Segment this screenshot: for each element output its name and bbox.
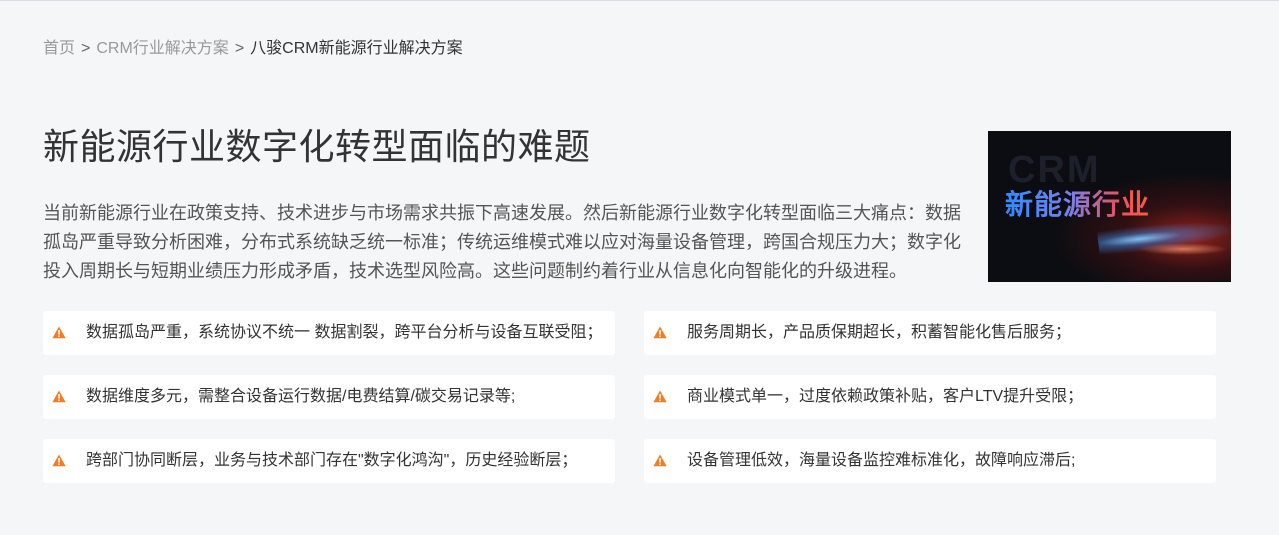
problem-text: 跨部门协同断层，业务与技术部门存在"数字化鸿沟"，历史经验断层；: [86, 452, 578, 469]
warning-icon: [653, 326, 667, 339]
warning-icon: [52, 326, 66, 339]
warning-icon: [653, 454, 667, 467]
breadcrumb-crm-solutions[interactable]: CRM行业解决方案: [96, 39, 228, 59]
page-title: 新能源行业数字化转型面临的难题: [43, 126, 591, 167]
problem-text: 数据孤岛严重，系统协议不统一 数据割裂，跨平台分析与设备互联受阻；: [86, 324, 603, 341]
warning-icon: [653, 390, 667, 403]
breadcrumb-current: 八骏CRM新能源行业解决方案: [250, 40, 463, 57]
problem-text: 数据维度多元，需整合设备运行数据/电费结算/碳交易记录等;: [86, 388, 516, 405]
problem-card: 跨部门协同断层，业务与技术部门存在"数字化鸿沟"，历史经验断层；: [43, 439, 615, 483]
page-description: 当前新能源行业在政策支持、技术进步与市场需求共振下高速发展。然后新能源行业数字化…: [43, 203, 961, 281]
hero-glow-orange: [1138, 243, 1228, 255]
problem-card: 数据维度多元，需整合设备运行数据/电费结算/碳交易记录等;: [43, 375, 615, 419]
problem-card: 商业模式单一，过度依赖政策补贴，客户LTV提升受限；: [644, 375, 1216, 419]
hero-title: 新能源行业: [1005, 183, 1150, 223]
problem-text: 服务周期长，产品质保期超长，积蓄智能化售后服务；: [687, 324, 1072, 341]
breadcrumb: 首页 > CRM行业解决方案 > 八骏CRM新能源行业解决方案: [43, 39, 463, 59]
warning-icon: [52, 390, 66, 403]
hero-image: CRM 新能源行业: [988, 131, 1231, 282]
problem-card: 服务周期长，产品质保期超长，积蓄智能化售后服务；: [644, 311, 1216, 355]
problem-text: 设备管理低效，海量设备监控难标准化，故障响应滞后;: [687, 452, 1076, 469]
breadcrumb-separator: >: [234, 40, 245, 57]
breadcrumb-home[interactable]: 首页: [43, 39, 75, 59]
problem-card: 设备管理低效，海量设备监控难标准化，故障响应滞后;: [644, 439, 1216, 483]
breadcrumb-separator: >: [81, 40, 91, 57]
problem-text: 商业模式单一，过度依赖政策补贴，客户LTV提升受限；: [687, 388, 1084, 405]
warning-icon: [52, 454, 66, 467]
problem-card: 数据孤岛严重，系统协议不统一 数据割裂，跨平台分析与设备互联受阻；: [43, 311, 615, 355]
